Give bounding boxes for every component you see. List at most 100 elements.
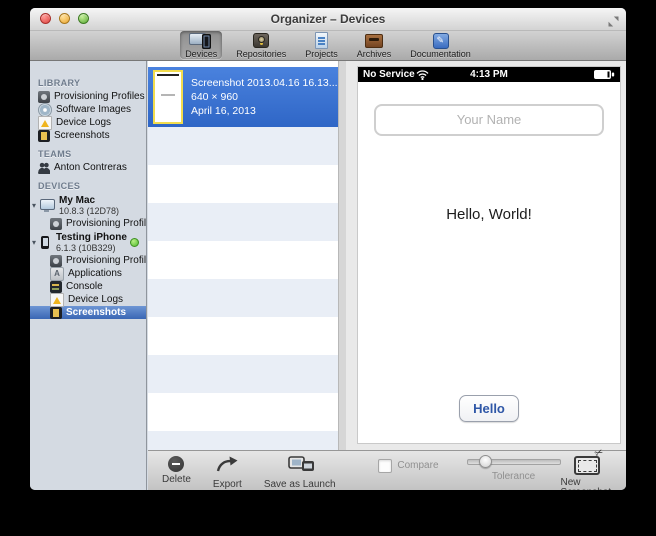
name-textfield: Your Name — [374, 104, 604, 136]
documentation-icon — [428, 32, 454, 50]
team-icon — [38, 162, 50, 174]
device-logs-icon — [50, 293, 64, 307]
toolbar-label: Projects — [305, 50, 338, 59]
sidebar-item-provisioning-profiles[interactable]: Provisioning Profiles — [30, 90, 146, 103]
list-empty-rows — [148, 127, 338, 450]
tolerance-control: Tolerance — [467, 459, 561, 482]
sidebar-item-label: Screenshots — [54, 130, 110, 141]
toolbar-label: Documentation — [410, 50, 471, 59]
screenshot-thumbnail — [153, 70, 183, 124]
compare-control: Compare — [378, 459, 438, 473]
screenshot-list-item[interactable]: Screenshot 2013.04.16 16.13.... 640 × 96… — [148, 67, 338, 127]
sidebar-device-my-mac[interactable]: ▾ My Mac 10.8.3 (12D78) — [30, 193, 146, 217]
delete-icon — [168, 456, 184, 472]
screenshots-icon — [38, 130, 50, 142]
sidebar-item-label: Device Logs — [68, 294, 123, 305]
sidebar-item-software-images[interactable]: Software Images — [30, 103, 146, 116]
device-connected-dot — [130, 238, 139, 247]
applications-icon — [50, 267, 64, 281]
compare-checkbox[interactable] — [378, 459, 392, 473]
devices-icon — [188, 32, 214, 50]
export-button[interactable]: Export — [213, 456, 242, 490]
sidebar-section-devices: DEVICES — [38, 181, 146, 191]
bottom-toolbar: Delete Export Save as Launch Image Compa… — [148, 450, 626, 490]
new-screenshot-button[interactable]: New Screenshot — [561, 456, 614, 490]
provisioning-profiles-icon — [50, 255, 62, 267]
delete-button[interactable]: Delete — [162, 456, 191, 485]
delete-label: Delete — [162, 475, 191, 485]
sidebar-section-teams: TEAMS — [38, 149, 146, 159]
device-logs-icon — [38, 116, 52, 130]
sidebar: LIBRARY Provisioning Profiles Software I… — [30, 61, 147, 490]
screenshot-list: Screenshot 2013.04.16 16.13.... 640 × 96… — [148, 61, 346, 450]
sidebar-item-team-anton-contreras[interactable]: Anton Contreras — [30, 161, 146, 174]
sidebar-item-label: Anton Contreras — [54, 162, 127, 173]
new-screenshot-label: New Screenshot — [561, 478, 614, 490]
fullscreen-icon[interactable] — [608, 14, 619, 25]
toolbar-item-archives[interactable]: Archives — [352, 31, 397, 59]
save-launch-image-label: Save as Launch Image — [264, 480, 339, 490]
screenshot-title: Screenshot 2013.04.16 16.13.... — [191, 76, 340, 90]
screenshot-date: April 16, 2013 — [191, 104, 340, 118]
device-name: My Mac — [59, 195, 119, 206]
provisioning-profiles-icon — [38, 91, 50, 103]
toolbar-item-documentation[interactable]: Documentation — [405, 31, 476, 59]
list-scrollbar[interactable] — [338, 61, 346, 450]
hello-button: Hello — [459, 395, 519, 422]
sidebar-section-library: LIBRARY — [38, 78, 146, 88]
export-icon — [216, 456, 238, 477]
projects-icon — [308, 32, 334, 50]
sidebar-item-label: Console — [66, 281, 103, 292]
sidebar-item-label: Screenshots — [66, 307, 126, 318]
window-title: Organizer – Devices — [30, 12, 626, 26]
slider-thumb[interactable] — [479, 455, 492, 468]
toolbar-item-projects[interactable]: Projects — [300, 31, 343, 59]
sidebar-item-iphone-device-logs[interactable]: Device Logs — [30, 293, 146, 306]
tolerance-slider[interactable] — [467, 459, 561, 465]
repositories-icon — [248, 32, 274, 50]
iphone-status-bar: No Service 4:13 PM — [358, 67, 620, 82]
preview-panel: No Service 4:13 PM Your Name Hello, Worl… — [346, 61, 626, 450]
provisioning-profiles-icon — [50, 218, 62, 230]
software-images-icon — [38, 103, 52, 117]
save-launch-image-icon — [288, 456, 315, 477]
sidebar-item-screenshots[interactable]: Screenshots — [30, 129, 146, 142]
toolbar-label: Repositories — [236, 50, 286, 59]
sidebar-item-iphone-provisioning-profiles[interactable]: Provisioning Profiles — [30, 254, 146, 267]
battery-icon — [594, 70, 615, 82]
iphone-icon — [41, 236, 49, 249]
disclosure-triangle-icon[interactable]: ▾ — [32, 238, 40, 247]
screenshot-preview-image: No Service 4:13 PM Your Name Hello, Worl… — [358, 67, 620, 443]
sidebar-item-label: Applications — [68, 268, 122, 279]
toolbar-label: Archives — [357, 50, 392, 59]
sidebar-item-iphone-screenshots[interactable]: Screenshots — [30, 306, 146, 319]
screenshot-dimensions: 640 × 960 — [191, 90, 340, 104]
title-bar[interactable]: Organizer – Devices — [30, 8, 626, 31]
disclosure-triangle-icon[interactable]: ▾ — [32, 201, 40, 210]
save-as-launch-image-button[interactable]: Save as Launch Image — [264, 456, 339, 490]
new-screenshot-icon — [574, 456, 600, 475]
main-toolbar: Devices Repositories Projects Archives D… — [30, 31, 626, 61]
device-os-version: 6.1.3 (10B329) — [56, 243, 127, 253]
device-name: Testing iPhone — [56, 232, 127, 243]
toolbar-item-devices[interactable]: Devices — [180, 31, 222, 59]
sidebar-item-applications[interactable]: Applications — [30, 267, 146, 280]
sidebar-item-mac-provisioning-profiles[interactable]: Provisioning Profiles — [30, 217, 146, 230]
sidebar-device-testing-iphone[interactable]: ▾ Testing iPhone 6.1.3 (10B329) — [30, 230, 146, 254]
console-icon — [50, 281, 62, 293]
hello-world-label: Hello, World! — [358, 206, 620, 223]
tolerance-label: Tolerance — [492, 472, 535, 482]
sidebar-item-device-logs[interactable]: Device Logs — [30, 116, 146, 129]
compare-label: Compare — [397, 461, 438, 471]
archives-icon — [361, 32, 387, 50]
sidebar-item-label: Software Images — [56, 104, 131, 115]
toolbar-label: Devices — [185, 50, 217, 59]
toolbar-item-repositories[interactable]: Repositories — [231, 31, 291, 59]
screenshots-icon — [50, 307, 62, 319]
mac-icon — [40, 199, 55, 210]
sidebar-item-console[interactable]: Console — [30, 280, 146, 293]
export-label: Export — [213, 480, 242, 490]
sidebar-item-label: Provisioning Profiles — [54, 91, 145, 102]
organizer-window: Organizer – Devices Devices Repositories… — [30, 8, 626, 490]
sidebar-item-label: Provisioning Profiles — [66, 255, 147, 266]
